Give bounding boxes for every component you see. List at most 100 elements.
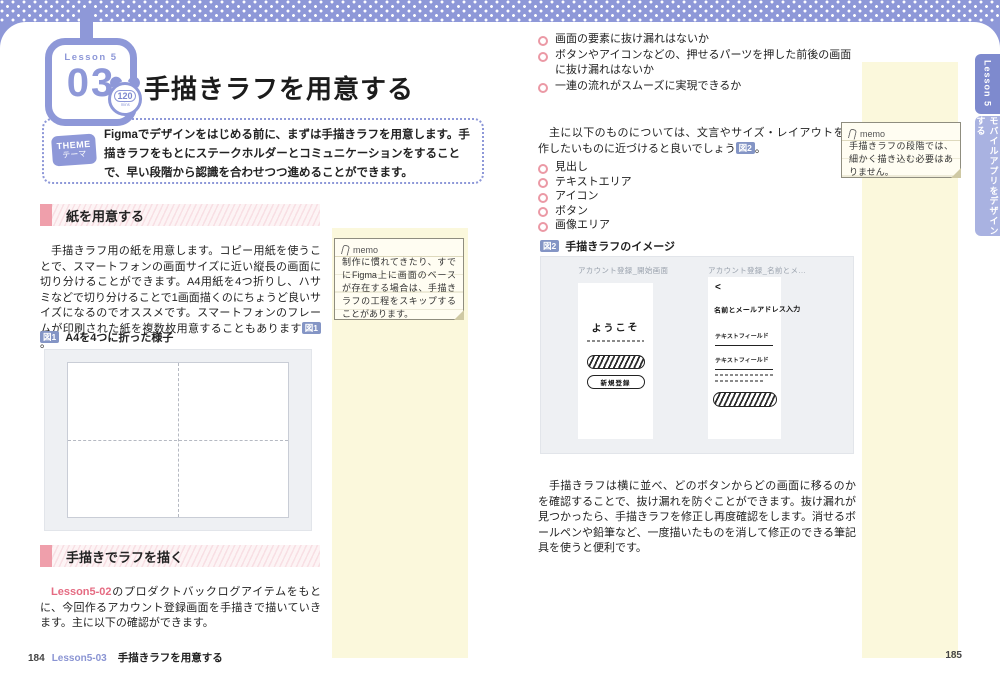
memo-header: memo bbox=[342, 243, 456, 256]
sketch-phone-welcome: ようこそ 新規登録 bbox=[578, 283, 653, 439]
polka-dot-band bbox=[0, 0, 1000, 22]
sketch2-frame-label: アカウント登録_名前とメ… bbox=[708, 265, 806, 276]
section-header-prepare-paper: 紙を用意する bbox=[40, 204, 320, 226]
ring-bullet-icon bbox=[538, 52, 548, 62]
section-header-title: 紙を用意する bbox=[52, 204, 320, 226]
figure2-ref-badge: 図2 bbox=[540, 240, 559, 252]
ui-elements-list: 見出し テキストエリア アイコン ボタン 画像エリア bbox=[538, 160, 856, 233]
sketch-phone-name-email: < 名前とメールアドレス入力 テキストフィールド テキストフィールド bbox=[708, 277, 781, 439]
figure2-caption-text: 手描きラフのイメージ bbox=[565, 238, 675, 254]
ring-bullet-icon bbox=[538, 207, 548, 217]
back-chevron-icon: < bbox=[715, 282, 721, 293]
memo-text: 手描きラフの段階では、細かく描き込む必要はありません。 bbox=[849, 140, 953, 179]
paragraph-text: 手描きラフ用の紙を用意します。コピー用紙を使うことで、スマートフォンの画面サイズ… bbox=[40, 245, 321, 335]
list-item-text: 画像エリア bbox=[555, 218, 610, 233]
scribble-line bbox=[715, 380, 765, 382]
section-header-square bbox=[40, 545, 52, 567]
theme-text: Figmaでデザインをはじめる前に、まずは手描きラフを用意します。手描きラフをも… bbox=[104, 126, 470, 183]
section-header-draw-rough: 手描きでラフを描く bbox=[40, 545, 320, 567]
theme-box: THEME テーマ Figmaでデザインをはじめる前に、まずは手描きラフを用意し… bbox=[42, 118, 484, 184]
side-tab-chapter: モバイルアプリをデザインする bbox=[975, 116, 1000, 236]
list-item: 画像エリア bbox=[538, 218, 856, 233]
memo-text: 制作に慣れてきたり、すでにFigma上に画面のベースが存在する場合は、手描きラフ… bbox=[342, 256, 456, 321]
figure2-caption: 図2 手描きラフのイメージ bbox=[540, 238, 675, 254]
section-header-title: 手描きでラフを描く bbox=[52, 545, 320, 567]
list-item: テキストエリア bbox=[538, 175, 856, 190]
list-item: アイコン bbox=[538, 189, 856, 204]
book-spread: Lesson 5 03 120 mins 手描きラフを用意する THEME テー… bbox=[0, 0, 1000, 679]
scribble-line bbox=[587, 340, 644, 342]
page-title: 手描きラフを用意する bbox=[144, 69, 414, 106]
alarm-clock-icon: 120 mins bbox=[104, 76, 146, 120]
sketch-field-label: テキストフィールド bbox=[715, 331, 769, 341]
side-tab-chapter-label: モバイルアプリをデザインする bbox=[975, 116, 1000, 236]
checklist-item: ボタンやアイコンなどの、押せるパーツを押した前後の画面に抜け漏れはないか bbox=[538, 48, 856, 79]
sketch1-frame-label: アカウント登録_開始画面 bbox=[578, 265, 668, 276]
figure1-folded-a4 bbox=[44, 349, 312, 531]
memo-header: memo bbox=[849, 127, 953, 140]
sketch-heading: 名前とメールアドレス入力 bbox=[714, 304, 801, 316]
checklist-item: 一連の流れがスムーズに実現できるか bbox=[538, 79, 856, 95]
rounded-corner-left bbox=[0, 22, 26, 48]
right-footer-page-number: 185 bbox=[930, 650, 962, 661]
paragraph-draw-rough: Lesson5-02のプロダクトバックログアイテムをもとに、今回作るアカウント登… bbox=[40, 585, 321, 632]
figure1-inline-ref: 図1 bbox=[302, 322, 321, 334]
lesson-reference-link: Lesson5-02 bbox=[51, 586, 112, 598]
theme-label: THEME テーマ bbox=[51, 134, 97, 167]
ring-bullet-icon bbox=[538, 36, 548, 46]
ring-bullet-icon bbox=[538, 164, 548, 174]
ring-bullet-icon bbox=[538, 178, 548, 188]
ring-bullet-icon bbox=[538, 222, 548, 232]
paperclip-icon bbox=[341, 244, 350, 255]
paragraph-text: 。 bbox=[755, 143, 766, 155]
lesson-minutes: 120 bbox=[114, 90, 135, 102]
ring-bullet-icon bbox=[538, 193, 548, 203]
checklist-item-text: ボタンやアイコンなどの、押せるパーツを押した前後の画面に抜け漏れはないか bbox=[555, 48, 856, 79]
sketch-text-field: テキストフィールド bbox=[715, 349, 773, 370]
memo-note-right: memo 手描きラフの段階では、細かく描き込む必要はありません。 bbox=[841, 122, 961, 178]
figure1-ref-badge: 図1 bbox=[40, 331, 59, 343]
paragraph-review-roughs: 手描きラフは横に並べ、どのボタンからどの画面に移るのかを確認することで、抜け漏れ… bbox=[538, 479, 856, 557]
figure1-caption: 図1 A4を4つに折った様子 bbox=[40, 329, 173, 345]
sketch-field-label: テキストフィールド bbox=[715, 355, 769, 365]
sketch-outline-button: 新規登録 bbox=[587, 375, 645, 389]
sketch-heading: ようこそ bbox=[578, 318, 653, 335]
a4-paper bbox=[67, 362, 289, 518]
side-tab-lesson: Lesson 5 bbox=[975, 54, 1000, 114]
page-number: 184 bbox=[28, 653, 45, 664]
figure2-inline-ref: 図2 bbox=[736, 142, 755, 154]
ring-bullet-icon bbox=[538, 83, 548, 93]
lesson-minutes-unit: mins bbox=[121, 102, 130, 107]
sketch-hatched-button bbox=[587, 355, 645, 369]
checklist-item-text: 画面の要素に抜け漏れはないか bbox=[555, 32, 709, 48]
sketch-text-field: テキストフィールド bbox=[715, 325, 773, 346]
memo-label: memo bbox=[860, 129, 885, 139]
list-item-text: アイコン bbox=[555, 189, 598, 204]
checklist-item: 画面の要素に抜け漏れはないか bbox=[538, 32, 856, 48]
figure1-caption-text: A4を4つに折った様子 bbox=[65, 329, 173, 345]
rounded-corner-right bbox=[974, 22, 1000, 48]
sketch-hatched-button bbox=[713, 392, 777, 407]
fold-line-horizontal bbox=[68, 440, 288, 441]
checklist-item-text: 一連の流れがスムーズに実現できるか bbox=[555, 79, 741, 95]
list-item-text: 見出し bbox=[555, 160, 588, 175]
theme-label-jp: テーマ bbox=[52, 148, 97, 161]
list-item: ボタン bbox=[538, 204, 856, 219]
rough-checklist: 画面の要素に抜け漏れはないか ボタンやアイコンなどの、押せるパーツを押した前後の… bbox=[538, 32, 856, 94]
paperclip-icon bbox=[848, 128, 857, 139]
paragraph-text: 主に以下のものについては、文言やサイズ・レイアウトを制作したいものに近づけると良… bbox=[538, 127, 856, 155]
memo-label: memo bbox=[353, 245, 378, 255]
list-item-text: テキストエリア bbox=[555, 175, 632, 190]
clock-face: 120 mins bbox=[108, 82, 142, 116]
side-tab-lesson-label: Lesson 5 bbox=[983, 60, 993, 107]
list-item-text: ボタン bbox=[555, 204, 588, 219]
memo-note-left: memo 制作に慣れてきたり、すでにFigma上に画面のベースが存在する場合は、… bbox=[334, 238, 464, 320]
footer-lesson-code: Lesson5-03 bbox=[52, 653, 107, 664]
scribble-line bbox=[715, 374, 773, 376]
figure2-rough-sketches: アカウント登録_開始画面 アカウント登録_名前とメ… ようこそ 新規登録 < 名… bbox=[540, 256, 854, 454]
paragraph-elements-intro: 主に以下のものについては、文言やサイズ・レイアウトを制作したいものに近づけると良… bbox=[538, 126, 856, 157]
section-header-square bbox=[40, 204, 52, 226]
footer-lesson-title: 手描きラフを用意する bbox=[118, 650, 223, 665]
left-footer: 184 Lesson5-03 手描きラフを用意する bbox=[28, 650, 223, 665]
list-item: 見出し bbox=[538, 160, 856, 175]
